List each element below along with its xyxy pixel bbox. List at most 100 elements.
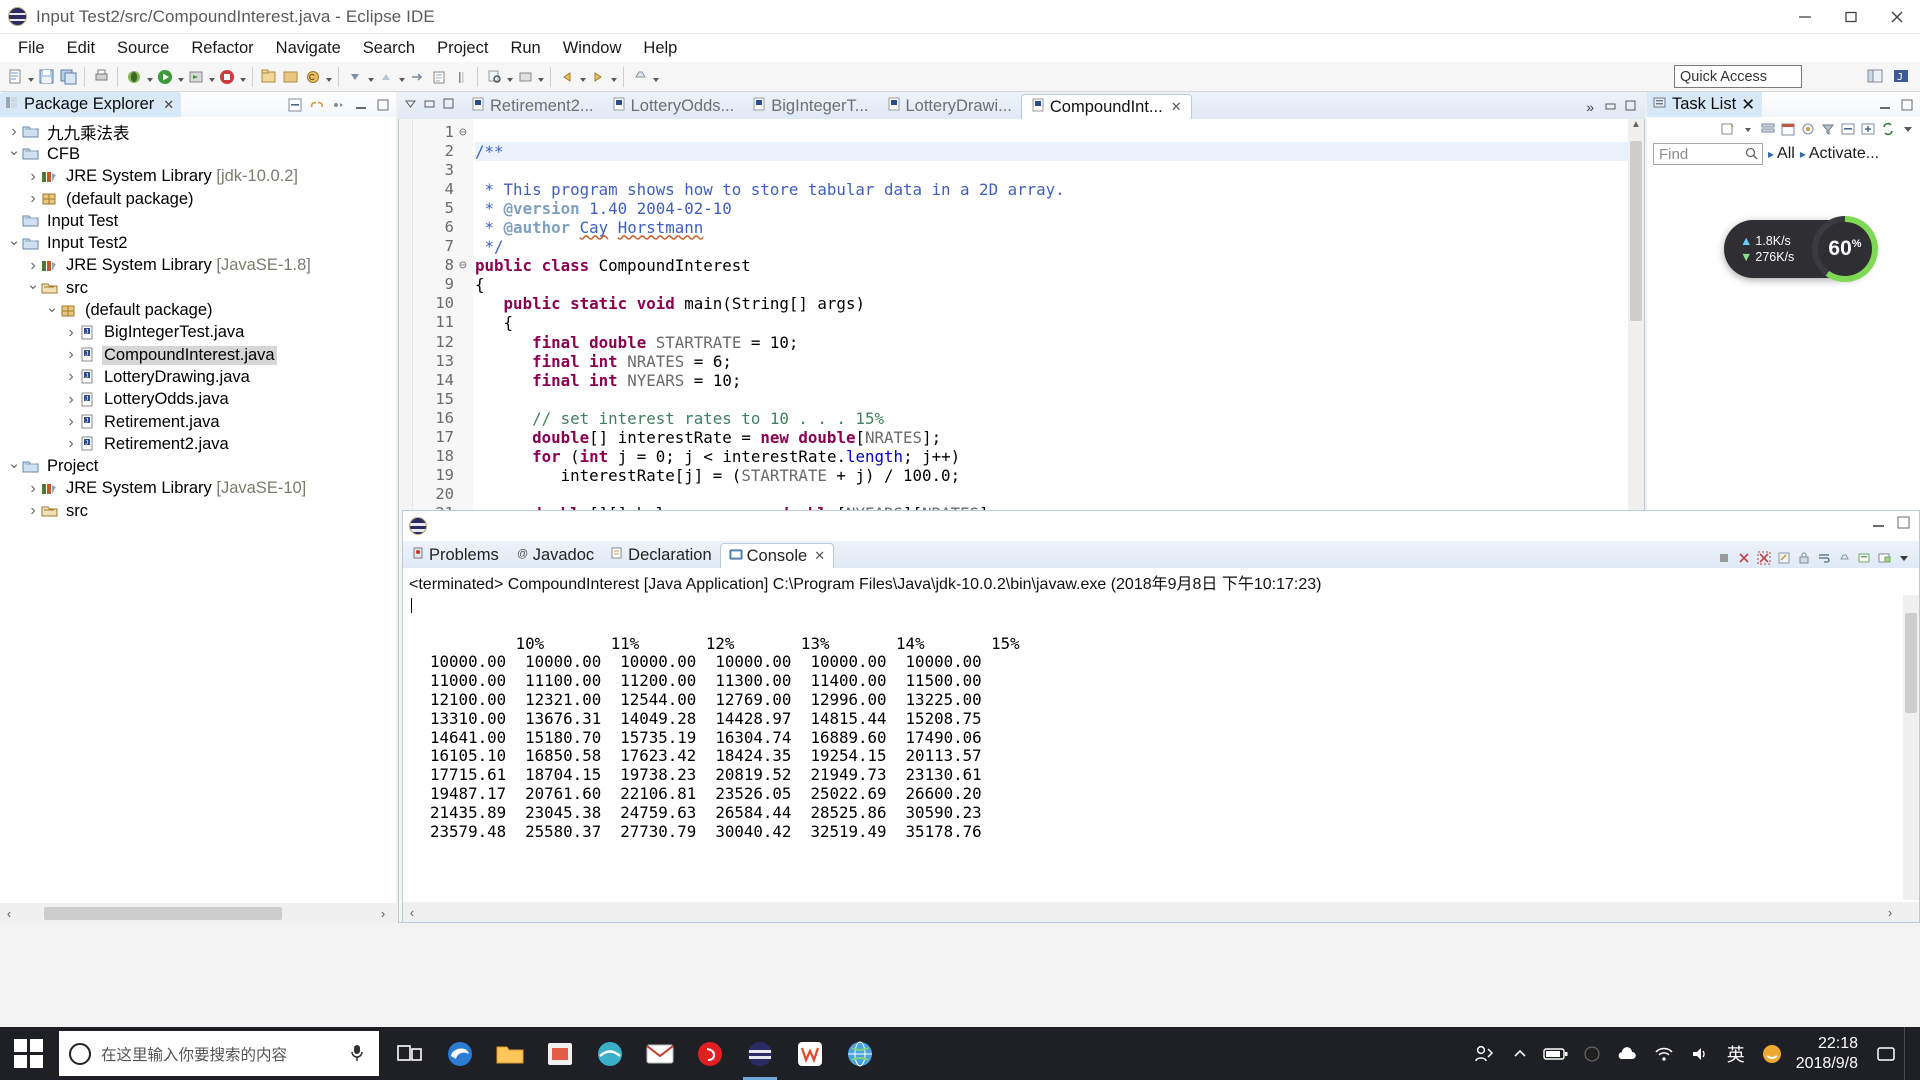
- display-selected-console-icon[interactable]: [1856, 550, 1871, 565]
- taskbar-search-input[interactable]: 在这里输入你要搜索的内容: [59, 1031, 379, 1076]
- scroll-up-icon[interactable]: ▲: [1628, 119, 1644, 136]
- network-icon[interactable]: [1646, 1027, 1682, 1080]
- remove-launch-icon[interactable]: [1736, 550, 1751, 565]
- tree-item[interactable]: JRE System Library [JavaSE-1.8]: [0, 255, 396, 277]
- maximize-console-icon[interactable]: [1896, 515, 1911, 535]
- tree-item[interactable]: J Retirement.java: [0, 411, 396, 433]
- minimize-view-icon[interactable]: [352, 96, 370, 114]
- open-console-icon[interactable]: [1876, 550, 1891, 565]
- task-view-icon[interactable]: [385, 1027, 435, 1080]
- print-icon[interactable]: [90, 65, 112, 89]
- filter-all-button[interactable]: ▸ All: [1768, 145, 1795, 163]
- chevron-right-icon[interactable]: [25, 190, 41, 208]
- chevron-right-icon[interactable]: [63, 435, 79, 453]
- editor-tab[interactable]: LotteryDrawi...: [878, 94, 1021, 119]
- close-icon[interactable]: ✕: [163, 97, 174, 113]
- menu-help[interactable]: Help: [632, 37, 688, 60]
- editor-tab-overflow[interactable]: »: [1586, 99, 1645, 119]
- back-icon[interactable]: [556, 65, 578, 89]
- toggle-mark-icon[interactable]: [450, 65, 472, 89]
- tree-item[interactable]: Project: [0, 455, 396, 477]
- mail-icon[interactable]: [635, 1027, 685, 1080]
- tree-item[interactable]: Input Test: [0, 210, 396, 232]
- menu-edit[interactable]: Edit: [56, 37, 106, 60]
- search-icon[interactable]: [1745, 147, 1758, 164]
- tree-item[interactable]: J BigIntegerTest.java: [0, 322, 396, 344]
- ime-language-indicator[interactable]: 英: [1718, 1027, 1754, 1080]
- chevron-down-icon[interactable]: [25, 279, 41, 297]
- editor-tab[interactable]: LotteryOdds...: [603, 94, 744, 119]
- run-external-dropdown-icon[interactable]: [207, 65, 216, 89]
- sogou-input-icon[interactable]: [1754, 1027, 1790, 1080]
- chevron-down-icon[interactable]: [6, 458, 22, 476]
- link-with-editor-icon[interactable]: [308, 96, 326, 114]
- close-icon[interactable]: ✕: [814, 548, 825, 564]
- console-view-tab[interactable]: Problems: [403, 543, 507, 568]
- find-input[interactable]: Find: [1653, 143, 1763, 165]
- next-annotation-icon[interactable]: [344, 65, 366, 89]
- console-scroll-thumb[interactable]: [1905, 613, 1917, 713]
- console-view-tab[interactable]: Console ✕: [719, 543, 835, 568]
- run-icon[interactable]: [154, 65, 176, 89]
- microphone-icon[interactable]: [349, 1043, 365, 1068]
- close-button[interactable]: [1874, 0, 1920, 34]
- scroll-lock-icon[interactable]: [1796, 550, 1811, 565]
- save-icon[interactable]: [35, 65, 57, 89]
- onedrive-icon[interactable]: [1610, 1027, 1646, 1080]
- console-horizontal-scrollbar[interactable]: ‹ ›: [403, 902, 1919, 922]
- maximize-editor-icon-2[interactable]: [1624, 99, 1637, 115]
- file-explorer-icon[interactable]: [485, 1027, 535, 1080]
- run-dropdown-icon[interactable]: [176, 65, 185, 89]
- menu-window[interactable]: Window: [552, 37, 633, 60]
- chevron-down-icon[interactable]: [6, 145, 22, 163]
- prev-annotation-dropdown-icon[interactable]: [397, 65, 406, 89]
- console-menu-icon[interactable]: [1896, 550, 1911, 565]
- last-edit-icon[interactable]: [406, 65, 428, 89]
- tree-item[interactable]: 九九乘法表: [0, 121, 396, 143]
- chevron-right-icon[interactable]: [25, 168, 41, 186]
- editor-tab[interactable]: BigIntegerT...: [743, 94, 877, 119]
- maximize-view-icon[interactable]: [374, 96, 392, 114]
- editor-tab[interactable]: Retirement2...: [462, 94, 603, 119]
- quick-access-input[interactable]: Quick Access: [1674, 65, 1802, 88]
- pin-dropdown-icon[interactable]: [651, 65, 660, 89]
- forward-dropdown-icon[interactable]: [609, 65, 618, 89]
- new-class-dropdown-icon[interactable]: [324, 65, 333, 89]
- volume-icon[interactable]: [1682, 1027, 1718, 1080]
- forward-icon[interactable]: [587, 65, 609, 89]
- debug-dropdown-icon[interactable]: [145, 65, 154, 89]
- tree-item[interactable]: CFB: [0, 143, 396, 165]
- tree-item[interactable]: J CompoundInterest.java: [0, 344, 396, 366]
- filter-icon[interactable]: [1819, 121, 1836, 138]
- close-icon[interactable]: ✕: [1741, 95, 1755, 115]
- show-hidden-icons-icon[interactable]: [1502, 1027, 1538, 1080]
- pin-editor-icon[interactable]: [629, 65, 651, 89]
- editor-tab[interactable]: CompoundInt... ✕: [1020, 94, 1192, 119]
- task-view-menu-icon[interactable]: [1899, 121, 1916, 138]
- menu-search[interactable]: Search: [352, 37, 426, 60]
- open-type-icon[interactable]: [428, 65, 450, 89]
- eclipse-taskbar-icon[interactable]: [735, 1027, 785, 1080]
- chevron-right-icon[interactable]: [6, 123, 22, 141]
- coverage-icon[interactable]: [216, 65, 238, 89]
- pin-console-icon[interactable]: [1836, 550, 1851, 565]
- chevron-right-icon[interactable]: [63, 368, 79, 386]
- taskbar-clock[interactable]: 22:18 2018/9/8: [1790, 1034, 1868, 1074]
- new-icon[interactable]: [4, 65, 26, 89]
- task-minimize-icon[interactable]: [1876, 96, 1894, 114]
- new-java-project-icon[interactable]: [258, 65, 280, 89]
- clear-console-icon[interactable]: [1776, 550, 1791, 565]
- activate-button[interactable]: ▸ Activate...: [1800, 145, 1879, 163]
- chevron-right-icon[interactable]: [63, 324, 79, 342]
- prev-annotation-icon[interactable]: [375, 65, 397, 89]
- console-vertical-scrollbar[interactable]: [1903, 595, 1919, 900]
- next-annotation-dropdown-icon[interactable]: [366, 65, 375, 89]
- tree-item[interactable]: J LotteryOdds.java: [0, 389, 396, 411]
- hscroll-thumb[interactable]: [44, 906, 282, 920]
- save-all-icon[interactable]: [57, 65, 79, 89]
- terminate-icon[interactable]: [1716, 550, 1731, 565]
- package-explorer-hscrollbar[interactable]: ‹ ›: [0, 903, 396, 923]
- close-icon[interactable]: ✕: [1171, 99, 1182, 115]
- chevron-right-icon[interactable]: [25, 480, 41, 498]
- minimize-console-icon[interactable]: [1871, 515, 1886, 535]
